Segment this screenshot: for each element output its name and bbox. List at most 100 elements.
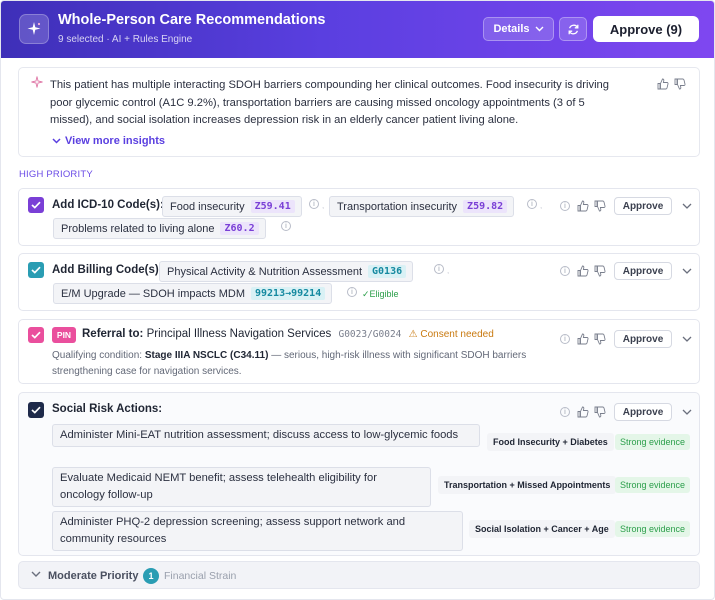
insight-text: This patient has multiple interacting SD… <box>50 79 610 126</box>
icd-code-label: Food insecurity <box>170 200 245 213</box>
high-priority-label: HIGH PRIORITY <box>19 169 93 180</box>
icd-code-label: Problems related to living alone <box>61 222 215 235</box>
approve-button[interactable]: Approve <box>614 197 672 215</box>
risk-tag: Food Insecurity + Diabetes <box>487 433 614 451</box>
referral-checkbox[interactable] <box>28 327 44 343</box>
moderate-priority-sub: Financial Strain <box>164 570 237 582</box>
referral-card: PIN Referral to: Principal Illness Navig… <box>18 319 700 384</box>
billing-checkbox[interactable] <box>28 262 44 278</box>
icd-code-chip[interactable]: Food insecurity Z59.41 <box>162 196 302 217</box>
billing-code-chip[interactable]: Physical Activity & Nutrition Assessment… <box>159 261 414 282</box>
panel-subtitle: 9 selected · AI + Rules Engine <box>58 34 193 45</box>
view-more-label: View more insights <box>65 135 166 147</box>
details-button[interactable]: Details <box>483 17 554 41</box>
chevron-down-icon <box>535 26 544 32</box>
info-icon[interactable]: i <box>309 199 319 209</box>
icd-code-value: Z60.2 <box>220 222 259 235</box>
social-action-item[interactable]: Administer PHQ-2 depression screening; a… <box>52 511 463 551</box>
panel-header: Whole-Person Care Recommendations 9 sele… <box>1 1 714 58</box>
approve-button[interactable]: Approve <box>614 403 672 421</box>
expand-button[interactable] <box>682 336 692 342</box>
chevron-down-icon <box>682 268 692 274</box>
referral-line: Referral to: Principal Illness Navigatio… <box>82 328 494 340</box>
billing-actions: i Approve <box>560 262 692 280</box>
thumbs-up-icon[interactable] <box>577 333 589 345</box>
thumbs-up-icon[interactable] <box>657 78 669 90</box>
chevron-down-icon <box>682 203 692 209</box>
insight-feedback <box>657 78 686 90</box>
icd-codes-card: Add ICD-10 Code(s): Food insecurity Z59.… <box>18 188 700 246</box>
icd-checkbox[interactable] <box>28 197 44 213</box>
icd-code-chip[interactable]: Transportation insecurity Z59.82 <box>329 196 515 217</box>
thumbs-down-icon[interactable] <box>594 265 606 277</box>
info-icon[interactable]: i <box>434 264 444 274</box>
info-icon[interactable]: i <box>560 266 570 276</box>
risk-tag: Social Isolation + Cancer + Age <box>469 520 615 538</box>
icd-code-chip[interactable]: Problems related to living alone Z60.2 <box>53 218 266 239</box>
panel-title: Whole-Person Care Recommendations <box>58 12 326 28</box>
info-icon[interactable]: i <box>527 199 537 209</box>
info-icon[interactable]: i <box>560 334 570 344</box>
billing-code-label: Physical Activity & Nutrition Assessment <box>167 265 363 278</box>
check-icon <box>31 266 41 274</box>
consent-label: Consent needed <box>420 329 494 340</box>
expand-button[interactable] <box>682 203 692 209</box>
social-action-item[interactable]: Evaluate Medicaid NEMT benefit; assess t… <box>52 467 431 507</box>
ai-insight-card: This patient has multiple interacting SD… <box>18 67 700 157</box>
billing-code-value: 99213→99214 <box>250 287 326 300</box>
social-checkbox[interactable] <box>28 402 44 418</box>
warning-icon: ⚠ <box>408 329 418 340</box>
icd-title: Add ICD-10 Code(s): <box>52 199 164 211</box>
approve-all-button[interactable]: Approve (9) <box>593 16 699 42</box>
risk-tag: Transportation + Missed Appointments <box>438 476 617 494</box>
thumbs-up-icon[interactable] <box>577 200 589 212</box>
billing-code-chip[interactable]: E/M Upgrade — SDOH impacts MDM 99213→992… <box>53 283 333 304</box>
recommendations-panel: Whole-Person Care Recommendations 9 sele… <box>0 0 715 600</box>
separator: , <box>540 201 543 210</box>
eligible-badge: ✓Eligible <box>362 289 399 299</box>
expand-button[interactable] <box>682 409 692 415</box>
thumbs-down-icon[interactable] <box>674 78 686 90</box>
refresh-button[interactable] <box>559 17 587 41</box>
icd-actions: i Approve <box>560 197 692 215</box>
info-icon[interactable]: i <box>560 407 570 417</box>
chevron-down-icon <box>682 336 692 342</box>
info-icon[interactable]: i <box>560 201 570 211</box>
thumbs-up-icon[interactable] <box>577 406 589 418</box>
separator: , <box>322 201 325 210</box>
billing-code-label: E/M Upgrade — SDOH impacts MDM <box>61 287 245 300</box>
info-icon[interactable]: i <box>281 221 291 231</box>
approve-button[interactable]: Approve <box>614 262 672 280</box>
referral-service: Principal Illness Navigation Services <box>146 328 332 340</box>
evidence-badge: Strong evidence <box>615 434 691 450</box>
qual-condition: Stage IIIA NSCLC (C34.11) <box>144 350 269 361</box>
social-title: Social Risk Actions: <box>52 403 163 415</box>
details-label: Details <box>493 23 530 35</box>
sparkle-icon <box>19 14 49 44</box>
approve-button[interactable]: Approve <box>614 330 672 348</box>
social-actions: i Approve <box>560 403 692 421</box>
refresh-icon <box>568 24 578 34</box>
moderate-priority-section[interactable]: Moderate Priority 1 Financial Strain <box>18 561 700 589</box>
thumbs-down-icon[interactable] <box>594 333 606 345</box>
qualifying-condition: Qualifying condition: Stage IIIA NSCLC (… <box>52 348 572 380</box>
info-icon[interactable]: i <box>347 287 357 297</box>
evidence-badge: Strong evidence <box>615 477 691 493</box>
thumbs-down-icon[interactable] <box>594 200 606 212</box>
thumbs-down-icon[interactable] <box>594 406 606 418</box>
check-icon <box>31 406 41 414</box>
expand-button[interactable] <box>682 268 692 274</box>
referral-prefix: Referral to: <box>82 328 144 340</box>
chevron-down-icon <box>52 138 61 144</box>
sparkle-icon <box>31 76 43 88</box>
consent-warning: ⚠ Consent needed <box>409 329 494 340</box>
billing-codes-card: Add Billing Code(s): Physical Activity &… <box>18 253 700 311</box>
thumbs-up-icon[interactable] <box>577 265 589 277</box>
billing-code-value: G0136 <box>368 265 407 278</box>
separator: , <box>447 266 450 275</box>
referral-codes: G0023/G0024 <box>338 329 402 340</box>
view-more-insights-link[interactable]: View more insights <box>52 135 165 147</box>
social-action-item[interactable]: Administer Mini-EAT nutrition assessment… <box>52 424 480 447</box>
billing-title: Add Billing Code(s): <box>52 264 163 276</box>
chevron-down-icon <box>31 571 41 577</box>
